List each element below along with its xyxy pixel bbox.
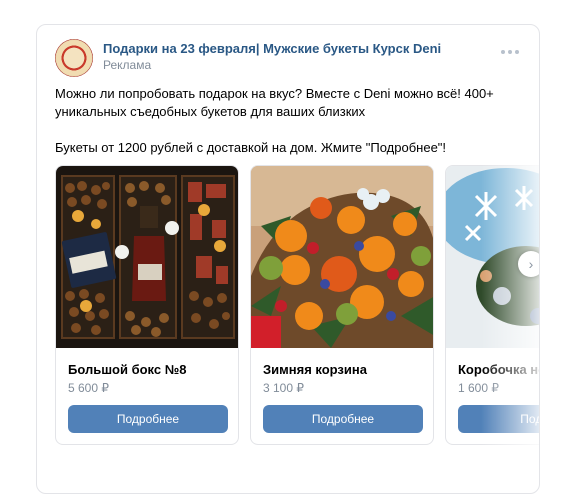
- product-title[interactable]: Коробочка нов: [458, 362, 539, 377]
- product-card-1[interactable]: Большой бокс №8 5 600 ₽ Подробнее: [55, 165, 239, 445]
- product-photo-box[interactable]: [56, 166, 238, 348]
- product-title[interactable]: Зимняя корзина: [263, 362, 367, 377]
- post-text-line-2: уникальных съедобных букетов для ваших б…: [55, 104, 366, 119]
- details-button[interactable]: Подробнее: [263, 405, 423, 433]
- product-price: 1 600 ₽: [458, 381, 499, 395]
- product-card-3[interactable]: Коробочка нов 1 600 ₽ Подро: [445, 165, 539, 445]
- details-button[interactable]: Подробнее: [68, 405, 228, 433]
- product-photo-basket[interactable]: [251, 166, 433, 348]
- post-text-line-1: Можно ли попробовать подарок на вкус? Вм…: [55, 86, 494, 101]
- ad-label: Реклама: [103, 58, 152, 72]
- more-horizontal-icon[interactable]: [501, 50, 521, 56]
- chevron-right-icon[interactable]: ›: [518, 251, 539, 277]
- details-button[interactable]: Подро: [458, 405, 539, 433]
- community-name-link[interactable]: Подарки на 23 февраля| Мужские букеты Ку…: [103, 41, 441, 56]
- post-text-line-3: Букеты от 1200 рублей с доставкой на дом…: [55, 140, 447, 155]
- product-carousel[interactable]: Большой бокс №8 5 600 ₽ Подробнее Зимняя…: [55, 165, 539, 445]
- post-text: Можно ли попробовать подарок на вкус? Вм…: [55, 85, 525, 157]
- product-title[interactable]: Большой бокс №8: [68, 362, 186, 377]
- product-price: 3 100 ₽: [263, 381, 304, 395]
- product-card-2[interactable]: Зимняя корзина 3 100 ₽ Подробнее: [250, 165, 434, 445]
- ad-post: Подарки на 23 февраля| Мужские букеты Ку…: [36, 24, 540, 494]
- community-avatar[interactable]: [55, 39, 93, 77]
- product-price: 5 600 ₽: [68, 381, 109, 395]
